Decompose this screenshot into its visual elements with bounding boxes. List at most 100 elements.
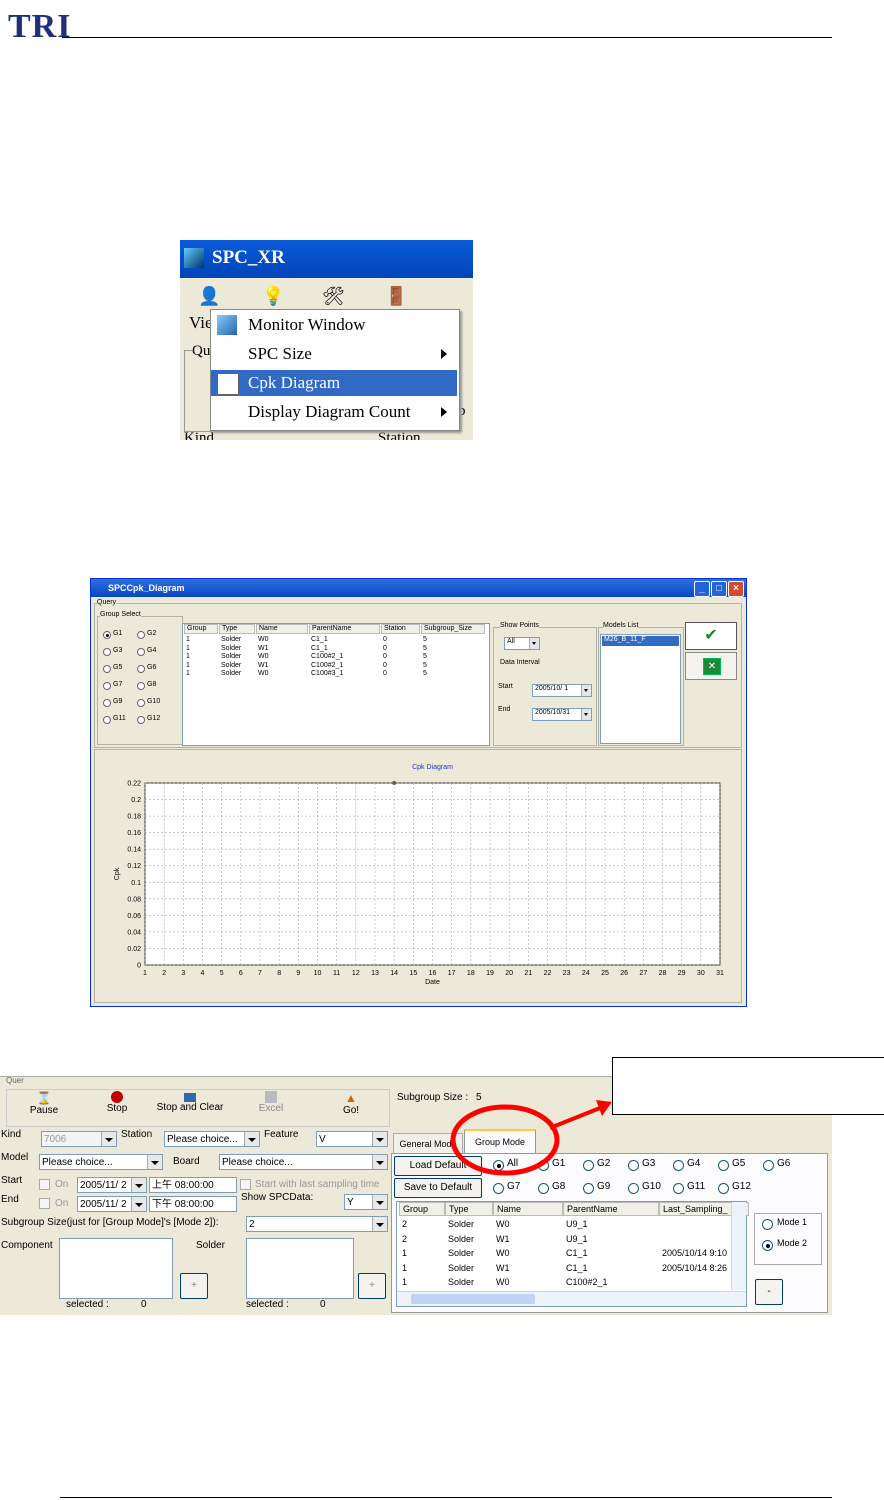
- end-time-picker[interactable]: 下午 08:00:00: [149, 1196, 237, 1212]
- model-item[interactable]: M26_B_11_F: [602, 636, 679, 646]
- table-header-cell[interactable]: Group: [184, 624, 218, 634]
- close-icon[interactable]: ×: [728, 581, 744, 597]
- maximize-icon[interactable]: □: [711, 581, 727, 597]
- group-mode-radio-g5[interactable]: [718, 1160, 729, 1171]
- start-on-checkbox[interactable]: [39, 1179, 50, 1190]
- view-menu-popup: Monitor Window SPC Size Cpk Diagram Disp…: [210, 309, 460, 431]
- exit-icon[interactable]: 🚪: [385, 286, 407, 308]
- group-mode-radio-g6[interactable]: [763, 1160, 774, 1171]
- solder-add-button[interactable]: +: [358, 1273, 386, 1299]
- show-spcdata-select[interactable]: Y: [344, 1194, 388, 1210]
- group-mode-radio-g8[interactable]: [538, 1183, 549, 1194]
- group-mode-radio-g12[interactable]: [718, 1183, 729, 1194]
- stop-icon: [111, 1091, 123, 1103]
- mode2-label: Mode 2: [777, 1238, 808, 1248]
- pause-button[interactable]: ⌛ Pause: [14, 1091, 74, 1123]
- dropdown-arrow-icon: [101, 1132, 116, 1146]
- group-radio-g5[interactable]: [103, 665, 111, 673]
- table-cell: 5: [423, 644, 427, 652]
- menu-item-spc-size[interactable]: SPC Size: [211, 341, 457, 367]
- group-radio-g12[interactable]: [137, 716, 145, 724]
- group-radio-g1[interactable]: [103, 631, 111, 639]
- table-cell: 5: [423, 670, 427, 677]
- menu-item-cpk-diagram[interactable]: Cpk Diagram: [211, 370, 457, 396]
- go-button[interactable]: ▲ Go!: [318, 1091, 384, 1123]
- kind-select[interactable]: 7006: [41, 1131, 117, 1147]
- tools-icon[interactable]: 🛠: [322, 286, 345, 308]
- group-radio-g4[interactable]: [137, 648, 145, 656]
- info-icon[interactable]: 💡: [262, 286, 284, 308]
- feature-select[interactable]: V: [316, 1131, 388, 1147]
- subgroup-mode-label: Subgroup Size(just for [Group Mode]'s [M…: [1, 1217, 219, 1228]
- component-add-button[interactable]: +: [180, 1273, 208, 1299]
- ok-check-icon[interactable]: ✔: [685, 622, 737, 650]
- models-listbox[interactable]: M26_B_11_F: [600, 634, 681, 744]
- y-tick-label: 0.02: [127, 946, 141, 953]
- x-tick-label: 23: [563, 970, 571, 977]
- table-header-cell[interactable]: Name: [256, 624, 308, 634]
- group-radio-g6[interactable]: [137, 665, 145, 673]
- cpk-end-date[interactable]: 2005/10/31: [532, 708, 592, 721]
- group-mode-radio-g7[interactable]: [493, 1183, 504, 1194]
- vertical-scrollbar[interactable]: [731, 1202, 746, 1290]
- minimize-icon[interactable]: _: [694, 581, 710, 597]
- excel-button[interactable]: Excel: [240, 1091, 302, 1123]
- group-radio-g10[interactable]: [137, 699, 145, 707]
- mode1-radio[interactable]: [762, 1219, 773, 1230]
- save-to-default-button[interactable]: Save to Default: [394, 1178, 482, 1198]
- table-header-cell[interactable]: Subgroup_Size: [421, 624, 485, 634]
- group-radio-g11[interactable]: [103, 716, 111, 724]
- menubar-view[interactable]: Vie: [189, 313, 213, 333]
- model-select[interactable]: Please choice...: [39, 1154, 163, 1170]
- group-table-header[interactable]: Name: [493, 1202, 563, 1216]
- group-mode-radio-g10[interactable]: [628, 1183, 639, 1194]
- stop-button[interactable]: Stop: [88, 1091, 146, 1123]
- table-header-cell[interactable]: Type: [219, 624, 255, 634]
- show-points-label: Show Points: [500, 622, 539, 629]
- remove-button[interactable]: -: [755, 1279, 783, 1305]
- group-radio-g2[interactable]: [137, 631, 145, 639]
- station-select[interactable]: Please choice...: [164, 1131, 260, 1147]
- component-selected-count: 0: [141, 1299, 147, 1310]
- table-header-cell[interactable]: ParentName: [309, 624, 380, 634]
- subgroup-mode-select[interactable]: 2: [246, 1216, 388, 1232]
- group-radio-g7[interactable]: [103, 682, 111, 690]
- end-on-checkbox[interactable]: [39, 1198, 50, 1209]
- mode2-radio[interactable]: [762, 1240, 773, 1251]
- x-tick-label: 7: [258, 970, 262, 977]
- table-header-cell[interactable]: Station: [381, 624, 420, 634]
- component-listbox[interactable]: [59, 1238, 173, 1299]
- stop-and-clear-button[interactable]: Stop and Clear: [155, 1091, 225, 1123]
- start-date-picker[interactable]: 2005/11/ 2: [77, 1177, 147, 1193]
- group-mode-radio-g9[interactable]: [583, 1183, 594, 1194]
- group-table-header[interactable]: ParentName: [563, 1202, 659, 1216]
- solder-listbox[interactable]: [246, 1238, 354, 1299]
- group-table-header[interactable]: Type: [445, 1202, 493, 1216]
- group-mode-radio-g4[interactable]: [673, 1160, 684, 1171]
- excel-export-button[interactable]: ✕: [685, 652, 737, 680]
- scroll-thumb[interactable]: [411, 1294, 535, 1304]
- cpk-start-date[interactable]: 2005/10/ 1: [532, 684, 592, 697]
- board-select[interactable]: Please choice...: [219, 1154, 388, 1170]
- start-time-picker[interactable]: 上午 08:00:00: [149, 1177, 237, 1193]
- behind-text-qu: Qu: [192, 343, 211, 360]
- group-radio-label: G10: [147, 698, 161, 705]
- user-icon[interactable]: 👤: [198, 286, 220, 308]
- y-tick-label: 0: [137, 963, 141, 970]
- dropdown-arrow-icon: [147, 1155, 162, 1169]
- table-cell: C100#2_1: [311, 661, 344, 669]
- menu-item-monitor-window[interactable]: Monitor Window: [211, 312, 457, 338]
- mode1-label: Mode 1: [777, 1217, 808, 1227]
- group-mode-radio-g11[interactable]: [673, 1183, 684, 1194]
- group-table-header[interactable]: Group: [399, 1202, 445, 1216]
- group-radio-g3[interactable]: [103, 648, 111, 656]
- group-radio-g9[interactable]: [103, 699, 111, 707]
- horizontal-scrollbar[interactable]: [397, 1291, 746, 1306]
- x-tick-label: 2: [162, 970, 166, 977]
- menu-item-display-diagram-count[interactable]: Display Diagram Count: [211, 399, 457, 425]
- group-radio-label: G8: [147, 681, 157, 688]
- end-date-picker[interactable]: 2005/11/ 2: [77, 1196, 147, 1212]
- group-radio-g8[interactable]: [137, 682, 145, 690]
- show-points-select[interactable]: All: [504, 637, 540, 650]
- start-with-last-checkbox[interactable]: [240, 1179, 251, 1190]
